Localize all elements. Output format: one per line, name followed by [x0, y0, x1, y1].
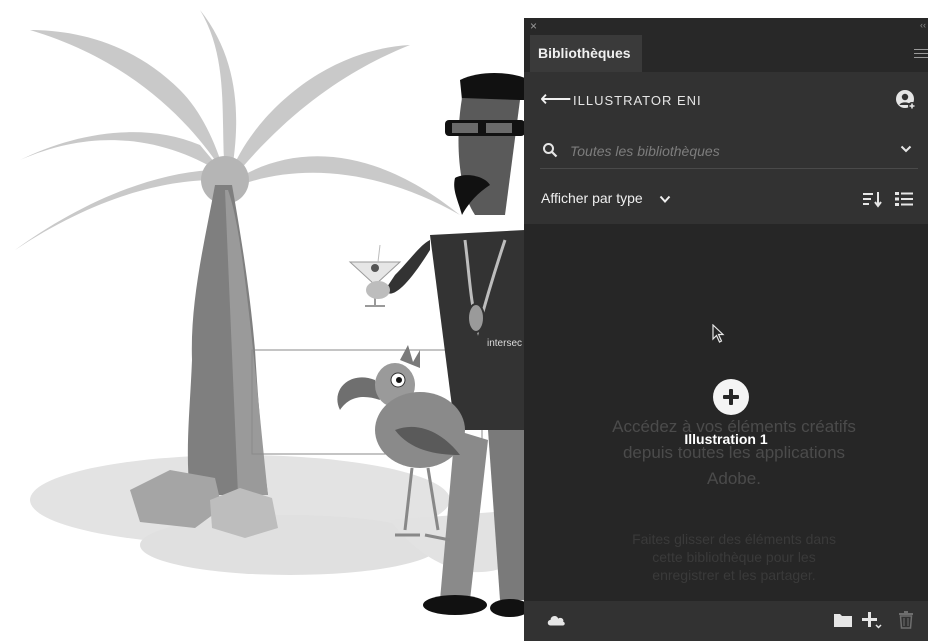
canvas-label: intersec: [487, 338, 523, 349]
chevron-down-icon[interactable]: [659, 195, 671, 204]
list-view-icon[interactable]: [894, 189, 914, 209]
divider: [540, 168, 918, 169]
collapse-icon[interactable]: ‹‹: [920, 20, 926, 30]
sort-icon[interactable]: [862, 189, 882, 209]
folder-icon[interactable]: [833, 611, 853, 629]
panel-tab-row: Bibliothèques: [524, 35, 928, 72]
view-row: Afficher par type: [524, 178, 928, 224]
panel-top-strip: × ‹‹: [524, 18, 928, 35]
empty-state-hint: Faites glisser des éléments dans cette b…: [632, 531, 836, 583]
add-graphic-button[interactable]: [713, 379, 749, 415]
cloud-icon[interactable]: [546, 611, 566, 629]
library-name: ILLUSTRATOR ENI: [573, 93, 702, 108]
add-menu-icon[interactable]: [862, 611, 882, 629]
cocktail-glass: [348, 244, 402, 307]
empty-state-text: Accédez à vos éléments créatifs depuis t…: [612, 417, 856, 488]
search-input[interactable]: [568, 140, 872, 162]
mouse-pointer-icon: [712, 324, 725, 343]
tab-libraries[interactable]: Bibliothèques: [530, 35, 642, 72]
library-search: [524, 128, 928, 172]
library-content: Accédez à vos éléments créatifs depuis t…: [524, 224, 928, 600]
close-icon[interactable]: ×: [530, 19, 537, 33]
search-icon: [543, 143, 558, 158]
arrow-left-icon[interactable]: ⟵: [540, 88, 572, 110]
panel-footer: [524, 600, 928, 641]
palm-fronds: [15, 10, 460, 250]
hamburger-icon[interactable]: [914, 49, 928, 59]
add-graphic-label: Illustration 1: [684, 431, 768, 447]
chevron-down-icon[interactable]: [900, 144, 912, 154]
add-user-icon[interactable]: [896, 90, 916, 110]
view-by-type-dropdown[interactable]: Afficher par type: [541, 190, 643, 206]
trash-icon[interactable]: [896, 611, 916, 629]
libraries-panel: × ‹‹ Bibliothèques ⟵ ILLUSTRATOR ENI Aff…: [524, 18, 928, 641]
library-header: ⟵ ILLUSTRATOR ENI: [524, 72, 928, 128]
